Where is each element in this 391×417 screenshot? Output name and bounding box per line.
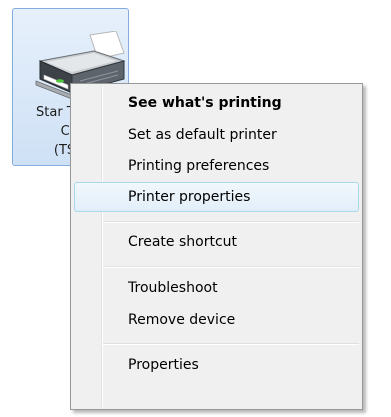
desktop: Star TS Cut (TSP See what's printing Set… [0,0,391,417]
menu-separator [103,343,359,345]
menu-item-see-whats-printing[interactable]: See what's printing [74,88,359,118]
menu-separator [103,221,359,223]
context-menu: See what's printing Set as default print… [70,83,363,410]
menu-item-set-default-printer[interactable]: Set as default printer [74,120,359,150]
menu-item-printer-properties[interactable]: Printer properties [74,182,359,212]
menu-item-remove-device[interactable]: Remove device [74,305,359,335]
menu-item-printing-preferences[interactable]: Printing preferences [74,151,359,181]
menu-item-properties[interactable]: Properties [74,350,359,380]
menu-item-create-shortcut[interactable]: Create shortcut [74,227,359,257]
menu-separator [103,266,359,268]
menu-item-troubleshoot[interactable]: Troubleshoot [74,273,359,303]
